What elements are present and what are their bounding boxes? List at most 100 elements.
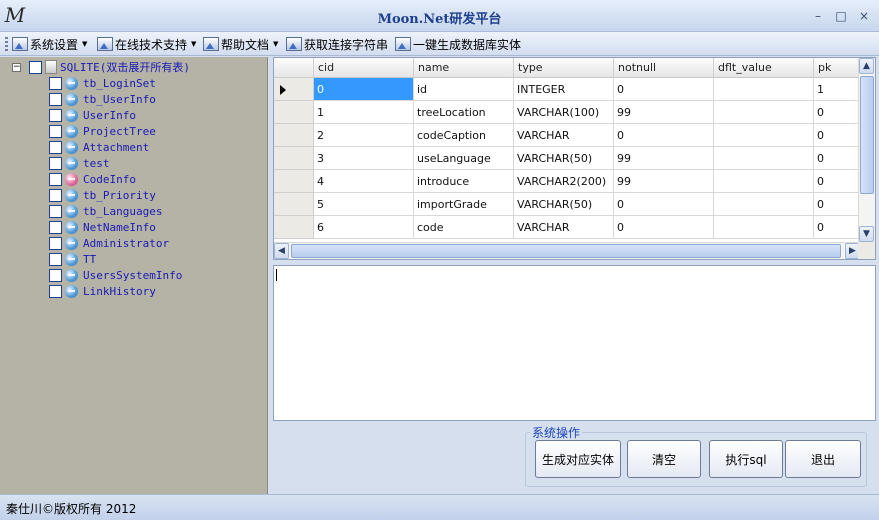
cell-notnull[interactable]: 0	[614, 124, 714, 147]
cell-dflt-value[interactable]	[714, 193, 814, 216]
cell-cid[interactable]: 3	[314, 147, 414, 170]
tree-item-table[interactable]: LinkHistory	[49, 283, 182, 299]
row-header[interactable]	[274, 78, 314, 101]
toolbar-online-support[interactable]: 在线技术支持 ▼	[97, 35, 196, 53]
horizontal-scrollbar[interactable]: ◀ ▶	[274, 242, 860, 259]
tree-item-table[interactable]: NetNameInfo	[49, 219, 182, 235]
horizontal-scroll-thumb[interactable]	[291, 244, 841, 258]
cell-name[interactable]: id	[414, 78, 514, 101]
maximize-button[interactable]: □	[831, 7, 851, 25]
cell-dflt-value[interactable]	[714, 78, 814, 101]
cell-notnull[interactable]: 99	[614, 147, 714, 170]
cell-type[interactable]: VARCHAR(50)	[514, 147, 614, 170]
table-checkbox[interactable]	[49, 252, 62, 266]
vertical-scrollbar[interactable]: ▲ ▼	[858, 58, 875, 242]
table-checkbox[interactable]	[49, 92, 62, 106]
cell-pk[interactable]: 0	[814, 124, 860, 147]
tree-item-table[interactable]: tb_Languages	[49, 203, 182, 219]
table-row[interactable]: 6 code VARCHAR 0 0	[314, 216, 860, 239]
table-row[interactable]: 1 treeLocation VARCHAR(100) 99 0	[314, 101, 860, 124]
table-row[interactable]: 2 codeCaption VARCHAR 0 0	[314, 124, 860, 147]
row-header[interactable]	[274, 170, 314, 193]
cell-notnull[interactable]: 0	[614, 216, 714, 239]
tree-item-table[interactable]: tb_Priority	[49, 187, 182, 203]
table-row[interactable]: 4 introduce VARCHAR2(200) 99 0	[314, 170, 860, 193]
execute-sql-button[interactable]: 执行sql	[709, 440, 783, 478]
cell-notnull[interactable]: 99	[614, 101, 714, 124]
close-button[interactable]: ×	[854, 7, 874, 25]
cell-cid[interactable]: 2	[314, 124, 414, 147]
cell-cid[interactable]: 6	[314, 216, 414, 239]
sql-output-textarea[interactable]	[273, 265, 876, 421]
cell-pk[interactable]: 0	[814, 101, 860, 124]
tree-item-table[interactable]: Administrator	[49, 235, 182, 251]
tree-root-checkbox[interactable]	[29, 60, 42, 74]
toolbar-generate-entities[interactable]: 一键生成数据库实体	[395, 35, 521, 53]
cell-dflt-value[interactable]	[714, 147, 814, 170]
tree-item-table[interactable]: tb_LoginSet	[49, 75, 182, 91]
row-header[interactable]	[274, 147, 314, 170]
cell-name[interactable]: treeLocation	[414, 101, 514, 124]
table-checkbox[interactable]	[49, 156, 62, 170]
tree-item-table[interactable]: Attachment	[49, 139, 182, 155]
exit-button[interactable]: 退出	[785, 440, 861, 478]
column-header-pk[interactable]: pk	[814, 58, 860, 78]
cell-name[interactable]: importGrade	[414, 193, 514, 216]
cell-dflt-value[interactable]	[714, 101, 814, 124]
cell-name[interactable]: useLanguage	[414, 147, 514, 170]
cell-notnull[interactable]: 0	[614, 193, 714, 216]
toolbar-grip[interactable]	[5, 37, 8, 51]
cell-pk[interactable]: 0	[814, 193, 860, 216]
minimize-button[interactable]: –	[808, 7, 828, 25]
row-header[interactable]	[274, 193, 314, 216]
cell-dflt-value[interactable]	[714, 216, 814, 239]
table-checkbox[interactable]	[49, 108, 62, 122]
table-row[interactable]: 3 useLanguage VARCHAR(50) 99 0	[314, 147, 860, 170]
toolbar-system-settings[interactable]: 系统设置 ▼	[12, 35, 87, 53]
table-row[interactable]: 0 id INTEGER 0 1	[314, 78, 860, 101]
scroll-left-button[interactable]: ◀	[274, 243, 289, 259]
cell-type[interactable]: VARCHAR(50)	[514, 193, 614, 216]
toolbar-help-docs[interactable]: 帮助文档 ▼	[203, 35, 278, 53]
column-header-cid[interactable]: cid	[314, 58, 414, 78]
table-checkbox[interactable]	[49, 284, 62, 298]
generate-entity-button[interactable]: 生成对应实体	[535, 440, 621, 478]
cell-cid[interactable]: 4	[314, 170, 414, 193]
collapse-icon[interactable]: −	[12, 62, 21, 72]
vertical-scroll-thumb[interactable]	[860, 76, 874, 194]
toolbar-get-connection-string[interactable]: 获取连接字符串	[286, 35, 388, 53]
cell-type[interactable]: VARCHAR(100)	[514, 101, 614, 124]
table-checkbox[interactable]	[49, 140, 62, 154]
cell-pk[interactable]: 0	[814, 216, 860, 239]
tree-item-table[interactable]: CodeInfo	[49, 171, 182, 187]
table-checkbox[interactable]	[49, 268, 62, 282]
table-checkbox[interactable]	[49, 76, 62, 90]
cell-notnull[interactable]: 0	[614, 78, 714, 101]
tree-item-table[interactable]: TT	[49, 251, 182, 267]
table-checkbox[interactable]	[49, 220, 62, 234]
table-row[interactable]: 5 importGrade VARCHAR(50) 0 0	[314, 193, 860, 216]
cell-cid[interactable]: 5	[314, 193, 414, 216]
tree-root[interactable]: − SQLITE(双击展开所有表)	[12, 59, 190, 75]
table-checkbox[interactable]	[49, 204, 62, 218]
table-checkbox[interactable]	[49, 172, 62, 186]
cell-cid[interactable]: 0	[314, 78, 414, 101]
column-header-type[interactable]: type	[514, 58, 614, 78]
cell-name[interactable]: codeCaption	[414, 124, 514, 147]
column-header-name[interactable]: name	[414, 58, 514, 78]
cell-dflt-value[interactable]	[714, 124, 814, 147]
tree-item-table[interactable]: UserInfo	[49, 107, 182, 123]
tree-item-table[interactable]: ProjectTree	[49, 123, 182, 139]
tree-item-table[interactable]: test	[49, 155, 182, 171]
column-header-dflt-value[interactable]: dflt_value	[714, 58, 814, 78]
scroll-up-button[interactable]: ▲	[859, 58, 874, 74]
cell-dflt-value[interactable]	[714, 170, 814, 193]
column-header-notnull[interactable]: notnull	[614, 58, 714, 78]
tree-item-table[interactable]: UsersSystemInfo	[49, 267, 182, 283]
cell-type[interactable]: INTEGER	[514, 78, 614, 101]
cell-type[interactable]: VARCHAR2(200)	[514, 170, 614, 193]
row-header[interactable]	[274, 216, 314, 239]
cell-type[interactable]: VARCHAR	[514, 216, 614, 239]
cell-notnull[interactable]: 99	[614, 170, 714, 193]
row-header[interactable]	[274, 101, 314, 124]
